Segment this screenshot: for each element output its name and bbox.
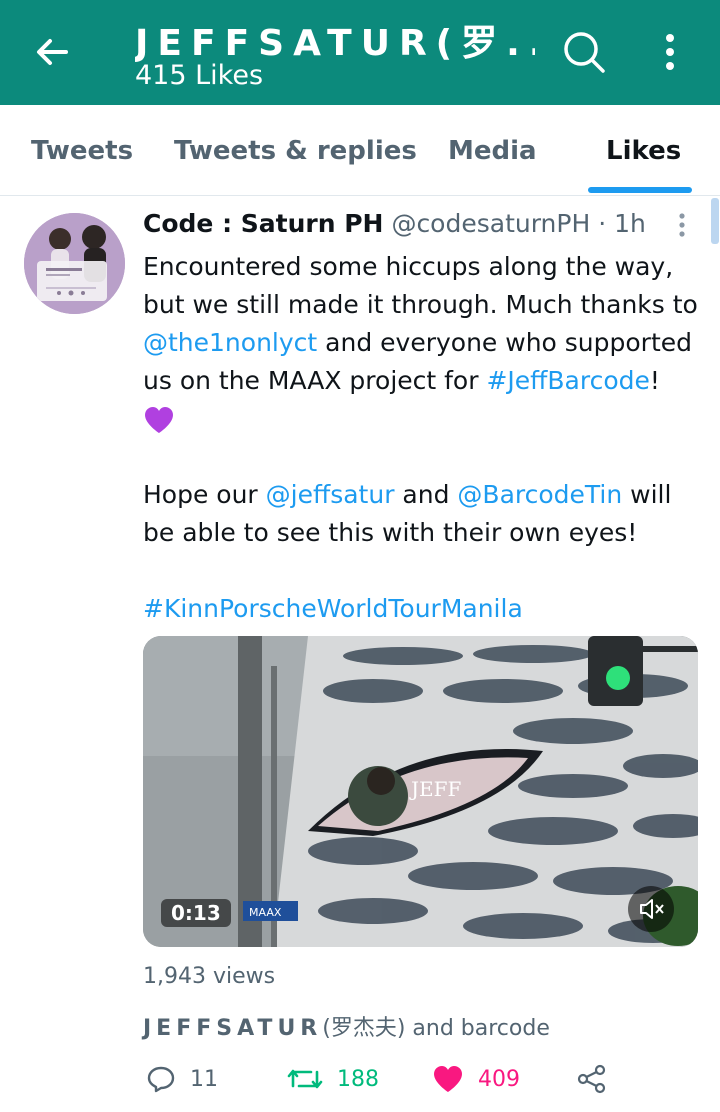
tweet-paragraph-2: Hope our @jeffsatur and @BarcodeTin will… bbox=[143, 476, 703, 552]
liked-by-name-cn[interactable]: (罗杰夫) bbox=[322, 1016, 405, 1041]
retweet-button[interactable]: 188 bbox=[287, 1058, 379, 1100]
maax-sign-text: MAAX bbox=[249, 906, 282, 919]
like-button[interactable]: 409 bbox=[432, 1058, 520, 1100]
profile-title: JEFFSATUR(罗... bbox=[135, 23, 535, 64]
back-arrow-icon[interactable] bbox=[30, 30, 74, 74]
mention-link[interactable]: @the1nonlyct bbox=[143, 328, 317, 357]
share-icon bbox=[577, 1064, 606, 1094]
text-segment: Hope our bbox=[143, 480, 266, 509]
tab-tweets-replies[interactable]: Tweets & replies bbox=[174, 105, 417, 195]
mention-link[interactable]: @jeffsatur bbox=[266, 480, 395, 509]
mention-link[interactable]: @BarcodeTin bbox=[457, 480, 622, 509]
author-handle[interactable]: @codesaturnPH bbox=[391, 209, 590, 238]
reply-icon bbox=[147, 1066, 175, 1093]
heart-icon bbox=[434, 1066, 462, 1092]
text-segment: ! bbox=[649, 366, 660, 395]
more-options-icon[interactable] bbox=[650, 28, 690, 76]
hashtag-link[interactable]: #JeffBarcode bbox=[486, 366, 649, 395]
reply-button[interactable]: 11 bbox=[146, 1058, 218, 1100]
tab-tweets[interactable]: Tweets bbox=[31, 105, 133, 195]
scrollbar[interactable] bbox=[711, 198, 719, 244]
view-count: 1,943 views bbox=[143, 964, 276, 989]
tab-likes[interactable]: Likes bbox=[606, 105, 681, 195]
profile-tabs: Tweets Tweets & replies Media Likes bbox=[0, 105, 720, 196]
liked-by-line: JEFFSATUR(罗杰夫) and barcode bbox=[143, 1010, 550, 1042]
avatar[interactable] bbox=[24, 213, 125, 314]
video-player[interactable]: JEFF MAAX 0:13 bbox=[143, 636, 698, 947]
tweet-text: Encountered some hiccups along the way, … bbox=[143, 248, 703, 628]
liked-by-name[interactable]: JEFFSATUR bbox=[143, 1016, 322, 1041]
author-name[interactable]: Code : Saturn PH bbox=[143, 209, 383, 238]
tweet-paragraph-1: Encountered some hiccups along the way, … bbox=[143, 248, 703, 438]
like-count: 409 bbox=[478, 1066, 520, 1092]
tweet-time[interactable]: 1h bbox=[614, 209, 646, 238]
tab-media[interactable]: Media bbox=[448, 105, 537, 195]
liked-by-suffix: and barcode bbox=[405, 1016, 550, 1041]
hashtag-link[interactable]: #KinnPorscheWorldTourManila bbox=[143, 594, 523, 623]
tweet-header: Code : Saturn PH @codesaturnPH · 1h bbox=[143, 209, 646, 238]
video-duration: 0:13 bbox=[161, 899, 231, 927]
tweet-paragraph-3: #KinnPorscheWorldTourManila bbox=[143, 590, 703, 628]
purple-heart-emoji-icon bbox=[145, 407, 173, 433]
active-tab-indicator bbox=[588, 187, 692, 193]
tweet-menu-icon[interactable] bbox=[672, 210, 692, 240]
separator: · bbox=[598, 209, 607, 238]
search-icon[interactable] bbox=[560, 28, 608, 76]
mute-icon[interactable] bbox=[628, 886, 674, 932]
likes-count: 415 Likes bbox=[135, 60, 264, 91]
billboard-text: JEFF bbox=[409, 777, 461, 801]
retweet-count: 188 bbox=[337, 1066, 379, 1092]
text-segment: and bbox=[394, 480, 458, 509]
text-segment: Encountered some hiccups along the way, … bbox=[143, 252, 698, 319]
reply-count: 11 bbox=[190, 1066, 218, 1092]
share-button[interactable] bbox=[576, 1058, 608, 1100]
retweet-icon bbox=[287, 1069, 323, 1089]
profile-header: JEFFSATUR(罗... 415 Likes bbox=[0, 0, 720, 105]
